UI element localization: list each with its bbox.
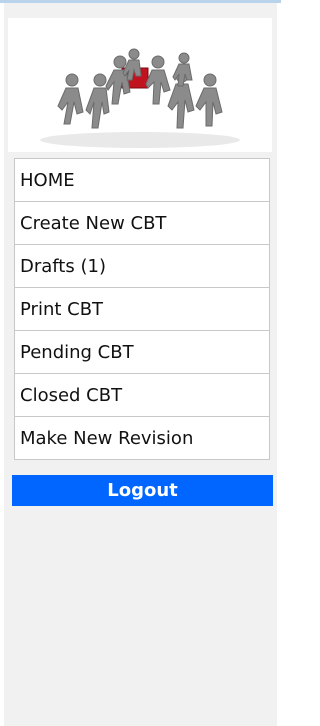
menu-item-drafts[interactable]: Drafts (1) [14, 244, 270, 288]
team-illustration [8, 18, 272, 152]
logout-label: Logout [107, 480, 178, 501]
menu-item-closed-cbt[interactable]: Closed CBT [14, 373, 270, 417]
menu-item-pending-cbt[interactable]: Pending CBT [14, 330, 270, 374]
menu-item-label: Pending CBT [20, 341, 134, 363]
menu-item-create-new-cbt[interactable]: Create New CBT [14, 201, 270, 245]
team-people-icon [40, 48, 240, 148]
menu-item-label: Create New CBT [20, 212, 167, 234]
menu-item-label: Drafts (1) [20, 255, 106, 277]
menu-item-print-cbt[interactable]: Print CBT [14, 287, 270, 331]
menu-item-label: HOME [20, 169, 75, 191]
menu-item-label: Make New Revision [20, 427, 194, 449]
sidebar-menu: HOME Create New CBT Drafts (1) Print CBT… [14, 158, 270, 460]
logout-button[interactable]: Logout [12, 475, 273, 506]
menu-item-label: Closed CBT [20, 384, 123, 406]
sidebar: HOME Create New CBT Drafts (1) Print CBT… [4, 3, 277, 726]
menu-item-home[interactable]: HOME [14, 158, 270, 202]
menu-item-make-new-revision[interactable]: Make New Revision [14, 416, 270, 460]
menu-item-label: Print CBT [20, 298, 104, 320]
